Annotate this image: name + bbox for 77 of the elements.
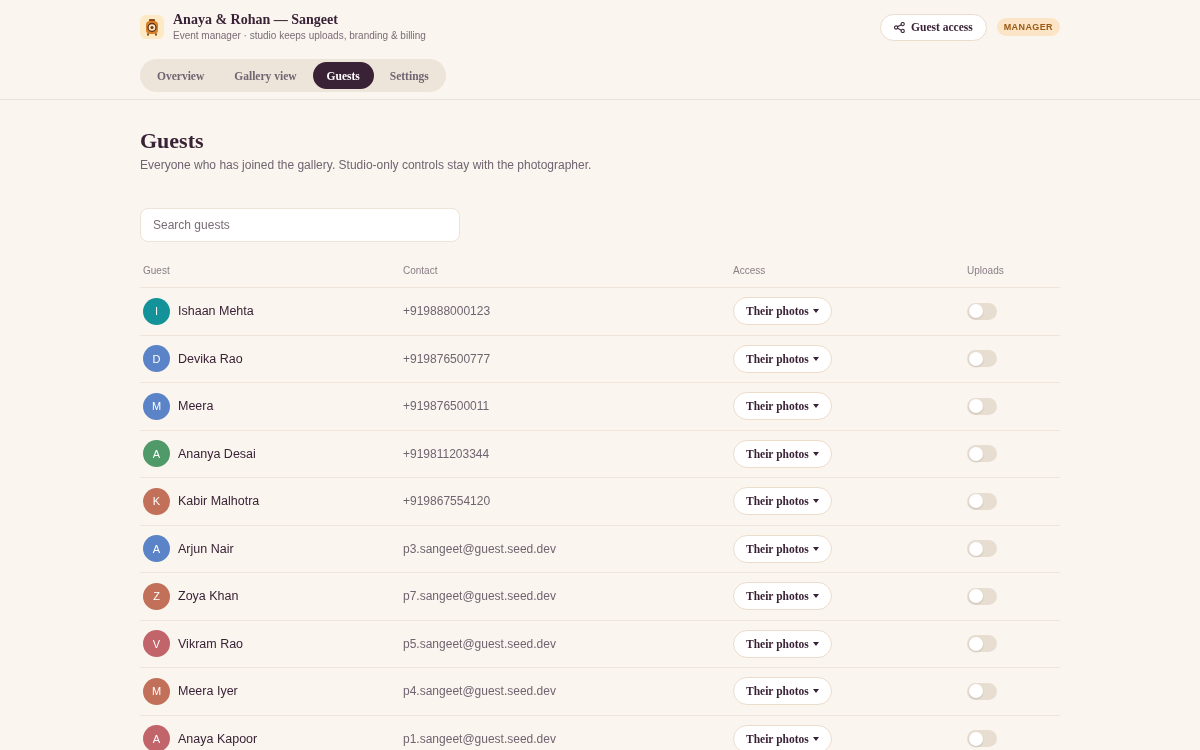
tab[interactable]: Guests (312, 62, 374, 89)
access-dropdown[interactable]: Their photos (733, 487, 832, 516)
guest-contact: +919876500777 (403, 351, 491, 366)
caret-icon (812, 689, 819, 694)
uploads-toggle[interactable] (967, 350, 997, 368)
uploads-toggle[interactable] (967, 445, 997, 463)
caret-icon (812, 546, 819, 551)
caret-icon (812, 594, 819, 599)
access-dropdown[interactable]: Their photos (733, 582, 832, 611)
avatar: A (143, 440, 170, 468)
access-dropdown[interactable]: Their photos (733, 297, 832, 326)
guest-name: Devika Rao (178, 351, 243, 366)
search-field[interactable]: Search guests (140, 208, 460, 242)
avatar: D (143, 345, 170, 373)
caret-icon (812, 499, 819, 504)
access-dropdown[interactable]: Their photos (733, 392, 832, 421)
uploads-toggle[interactable] (967, 540, 997, 558)
access-dropdown[interactable]: Their photos (733, 724, 832, 750)
uploads-toggle[interactable] (967, 587, 997, 605)
uploads-toggle[interactable] (967, 730, 997, 748)
guest-contact: +919888000123 (403, 304, 491, 319)
caret-icon (812, 451, 819, 456)
role-badge: MANAGER (996, 18, 1060, 36)
avatar: I (143, 297, 170, 325)
uploads-toggle[interactable] (967, 302, 997, 320)
guest-contact: p5.sangeet@guest.seed.dev (403, 636, 556, 651)
uploads-toggle[interactable] (967, 635, 997, 653)
avatar: M (143, 677, 170, 705)
guest-access-button[interactable]: Guest access (880, 13, 987, 41)
uploads-toggle[interactable] (967, 682, 997, 700)
guest-name: Arjun Nair (178, 541, 234, 556)
column-header: Uploads (967, 265, 1004, 277)
guest-contact: +919811203344 (403, 446, 490, 461)
gallery-subtitle: Event manager · studio keeps uploads, branding & billing (173, 30, 426, 42)
guest-name: Ishaan Mehta (178, 304, 254, 319)
guest-name: Meera Iyer (178, 684, 238, 699)
avatar: V (143, 630, 170, 658)
tab[interactable]: Gallery view (220, 62, 311, 89)
camera-icon (140, 15, 164, 39)
guest-contact: p1.sangeet@guest.seed.dev (403, 731, 556, 746)
guest-contact: p3.sangeet@guest.seed.dev (403, 541, 556, 556)
avatar: K (143, 487, 170, 515)
uploads-toggle[interactable] (967, 492, 997, 510)
guest-name: Vikram Rao (178, 636, 244, 651)
guest-name: Kabir Malhotra (178, 494, 260, 509)
guest-contact: p7.sangeet@guest.seed.dev (403, 589, 556, 604)
page-heading: Guests (140, 129, 204, 153)
access-dropdown[interactable]: Their photos (733, 439, 832, 468)
page-description: Everyone who has joined the gallery. Studio-only controls stay with the photographer. (140, 157, 593, 173)
guest-contact: p4.sangeet@guest.seed.dev (403, 684, 556, 699)
guest-contact: +919876500011 (403, 399, 490, 414)
guest-contact: +919867554120 (403, 494, 491, 509)
caret-icon (812, 736, 819, 741)
column-header: Guest (143, 265, 170, 277)
caret-icon (812, 356, 819, 361)
caret-icon (812, 641, 819, 646)
column-header: Contact (403, 265, 438, 277)
avatar: A (143, 535, 170, 563)
access-dropdown[interactable]: Their photos (733, 677, 832, 706)
share-icon (894, 21, 906, 33)
access-dropdown[interactable]: Their photos (733, 629, 832, 658)
uploads-toggle[interactable] (967, 397, 997, 415)
avatar: Z (143, 582, 170, 610)
access-dropdown[interactable]: Their photos (733, 534, 832, 563)
tab[interactable]: Settings (375, 62, 443, 89)
guest-name: Zoya Khan (178, 589, 239, 604)
caret-icon (812, 404, 819, 409)
access-dropdown[interactable]: Their photos (733, 344, 832, 373)
gallery-title: Anaya & Rohan — Sangeet (173, 12, 339, 28)
tab[interactable]: Overview (143, 62, 219, 89)
guest-name: Meera (178, 399, 214, 414)
column-header: Access (733, 265, 766, 277)
guest-name: Ananya Desai (178, 446, 256, 461)
avatar: A (143, 725, 170, 750)
caret-icon (812, 309, 819, 314)
guest-name: Anaya Kapoor (178, 731, 258, 746)
avatar: M (143, 392, 170, 420)
